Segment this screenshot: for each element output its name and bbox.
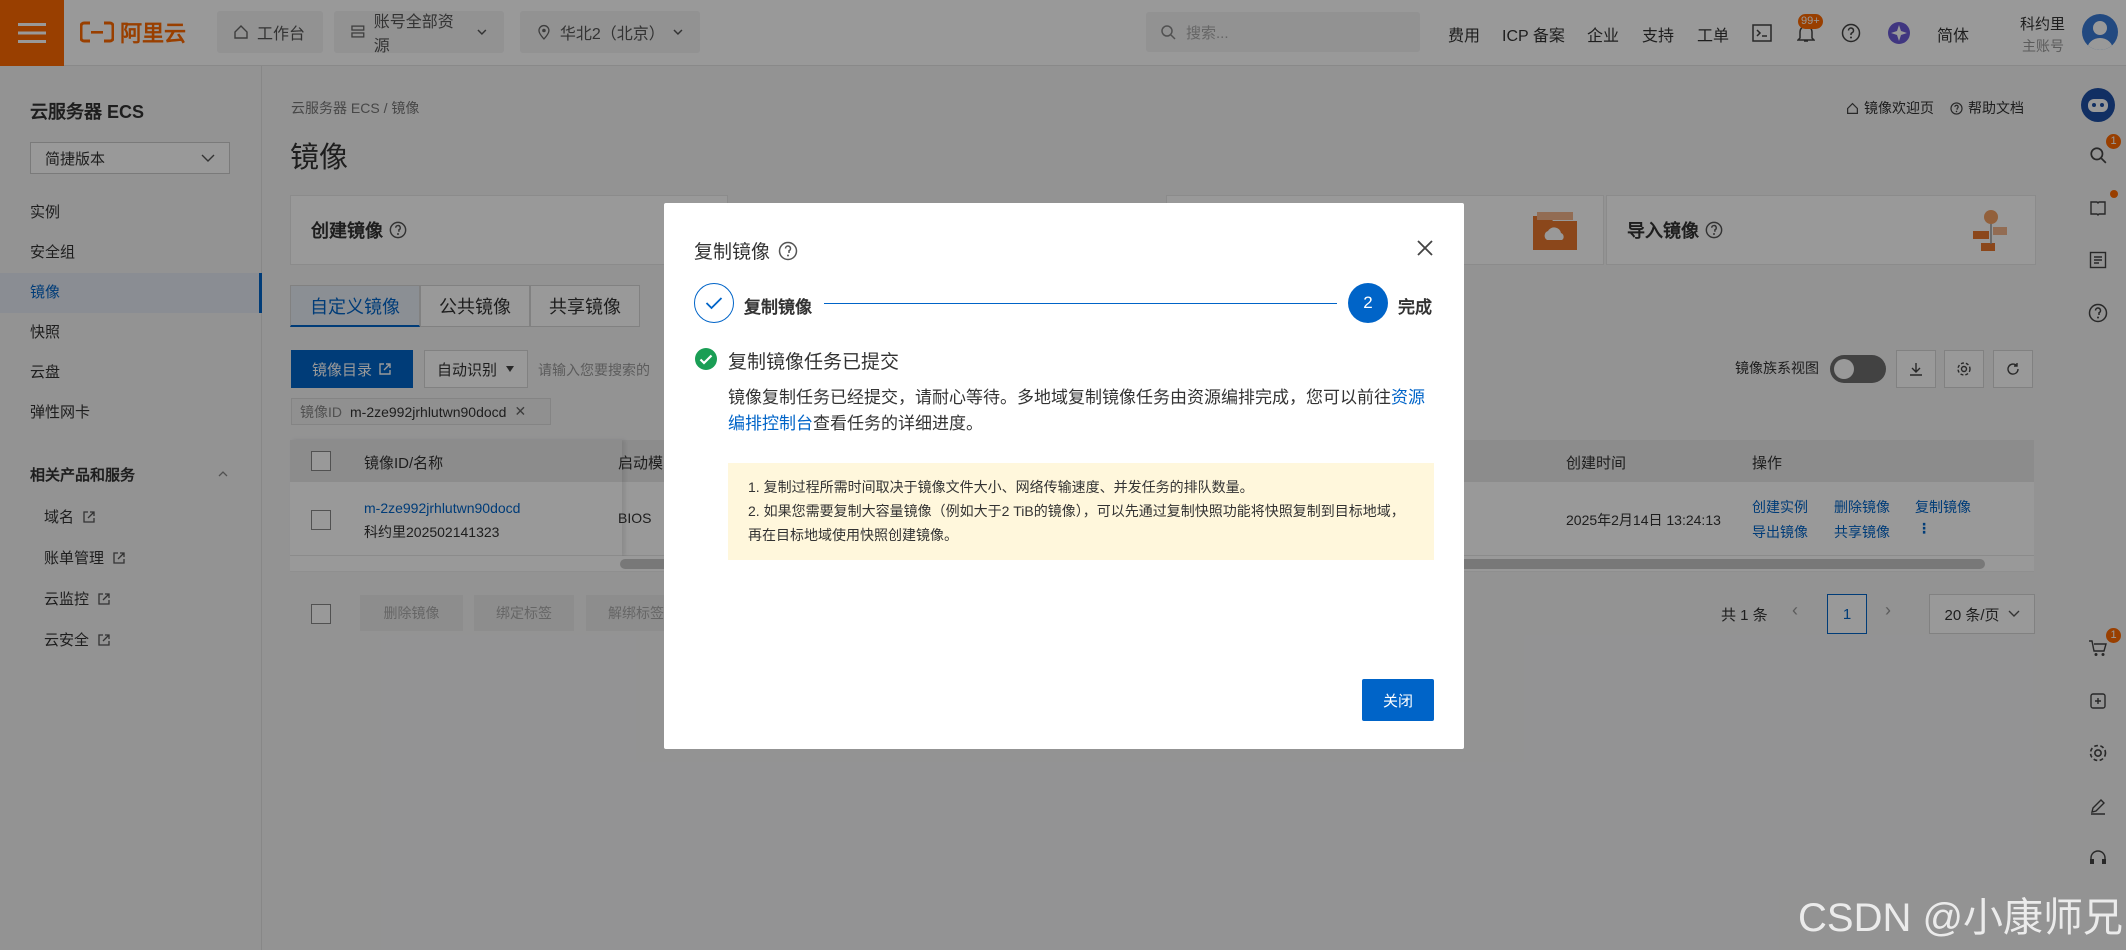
notice-box: 1. 复制过程所需时间取决于镜像文件大小、网络传输速度、并发任务的排队数量。 2… xyxy=(728,463,1434,560)
step-2-label: 完成 xyxy=(1398,298,1432,317)
close-button[interactable]: 关闭 xyxy=(1362,679,1434,721)
close-icon[interactable] xyxy=(1412,235,1438,261)
notice-item: 1. 复制过程所需时间取决于镜像文件大小、网络传输速度、并发任务的排队数量。 xyxy=(748,479,1254,495)
dialog-title-text: 复制镜像 xyxy=(694,242,771,263)
success-description: 镜像复制任务已经提交，请耐心等待。多地域复制镜像任务由资源编排完成，您可以前往资… xyxy=(728,385,1434,437)
question-icon[interactable] xyxy=(778,241,798,261)
dialog-title: 复制镜像 xyxy=(694,237,798,264)
success-check-icon xyxy=(695,348,717,370)
step-1-check-icon xyxy=(694,283,734,323)
description-text-end: 查看任务的详细进度。 xyxy=(813,414,983,433)
step-connector xyxy=(824,303,1337,304)
step-1-label: 复制镜像 xyxy=(744,298,812,317)
notice-item: 2. 如果您需要复制大容量镜像（例如大于2 TiB的镜像），可以先通过复制快照功… xyxy=(748,503,1405,543)
step-2-number: 2 xyxy=(1348,283,1388,323)
watermark: CSDN @小康师兄 xyxy=(1798,896,2124,940)
description-text: 镜像复制任务已经提交，请耐心等待。多地域复制镜像任务由资源编排完成，您可以前往 xyxy=(728,388,1391,407)
success-heading: 复制镜像任务已提交 xyxy=(728,352,900,373)
copy-image-dialog: 复制镜像 复制镜像 2 完成 复制镜像任务已提交 镜像复制任务已经提交，请耐心等… xyxy=(664,203,1464,749)
